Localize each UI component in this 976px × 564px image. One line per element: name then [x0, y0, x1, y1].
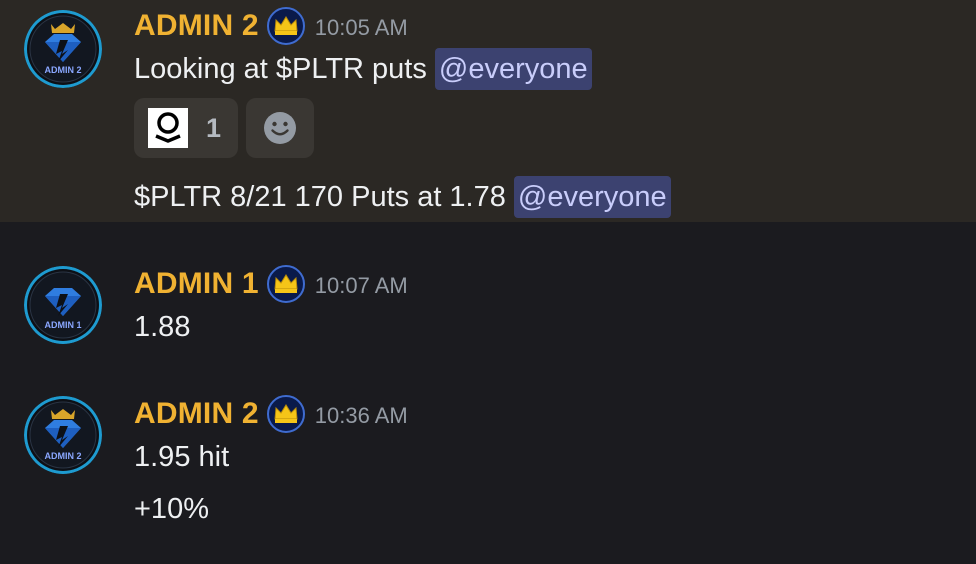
message-content: $PLTR 8/21 170 Puts at 1.78 @everyone [134, 176, 671, 218]
crown-icon[interactable] [266, 7, 305, 45]
username[interactable]: ADMIN 2 [134, 397, 259, 431]
message-text: +10% [134, 492, 209, 525]
add-reaction-smiley-icon [264, 112, 296, 144]
reactions-bar: 1 [134, 98, 314, 158]
message-content: +10% [134, 488, 209, 530]
svg-text:ADMIN 1: ADMIN 1 [44, 320, 81, 330]
reaction-button[interactable]: 1 [134, 98, 238, 158]
diamond-logo-icon: ADMIN 2 [24, 396, 102, 474]
diamond-logo-icon: ADMIN 1 [24, 266, 102, 344]
avatar[interactable]: ADMIN 2 [24, 396, 102, 474]
svg-text:ADMIN 2: ADMIN 2 [44, 451, 81, 461]
crown-icon[interactable] [266, 395, 305, 433]
chat-channel: ADMIN 2 ADMIN 2 10:05 AM Looking at $PLT… [0, 0, 976, 564]
crown-icon[interactable] [266, 265, 305, 303]
message-group[interactable]: ADMIN 2 ADMIN 2 10:36 AM 1.95 hit +10% [0, 352, 976, 564]
svg-text:ADMIN 2: ADMIN 2 [44, 65, 81, 75]
message-content: Looking at $PLTR puts @everyone [134, 48, 592, 90]
mention-everyone[interactable]: @everyone [434, 48, 592, 90]
add-reaction-button[interactable] [246, 98, 314, 158]
message-text: 1.95 hit [134, 440, 230, 473]
username[interactable]: ADMIN 1 [134, 267, 259, 301]
message-content: 1.95 hit [134, 436, 229, 478]
message-text: Looking at $PLTR puts [134, 52, 427, 85]
avatar[interactable]: ADMIN 1 [24, 266, 102, 344]
reaction-count: 1 [206, 112, 222, 143]
mention-everyone[interactable]: @everyone [513, 176, 671, 218]
diamond-logo-icon: ADMIN 2 [24, 10, 102, 88]
username[interactable]: ADMIN 2 [134, 9, 259, 43]
timestamp[interactable]: 10:07 AM [315, 273, 408, 299]
message-content: 1.88 [134, 306, 190, 348]
message-text: 1.88 [134, 310, 191, 343]
palantir-logo-icon [148, 108, 188, 148]
message-group[interactable]: ADMIN 1 ADMIN 1 10:07 AM 1.88 [0, 222, 976, 352]
message-text: $PLTR 8/21 170 Puts at 1.78 [134, 180, 506, 213]
avatar[interactable]: ADMIN 2 [24, 10, 102, 88]
timestamp[interactable]: 10:36 AM [315, 403, 408, 429]
message-group[interactable]: ADMIN 2 ADMIN 2 10:05 AM Looking at $PLT… [0, 0, 976, 222]
timestamp[interactable]: 10:05 AM [315, 15, 408, 41]
